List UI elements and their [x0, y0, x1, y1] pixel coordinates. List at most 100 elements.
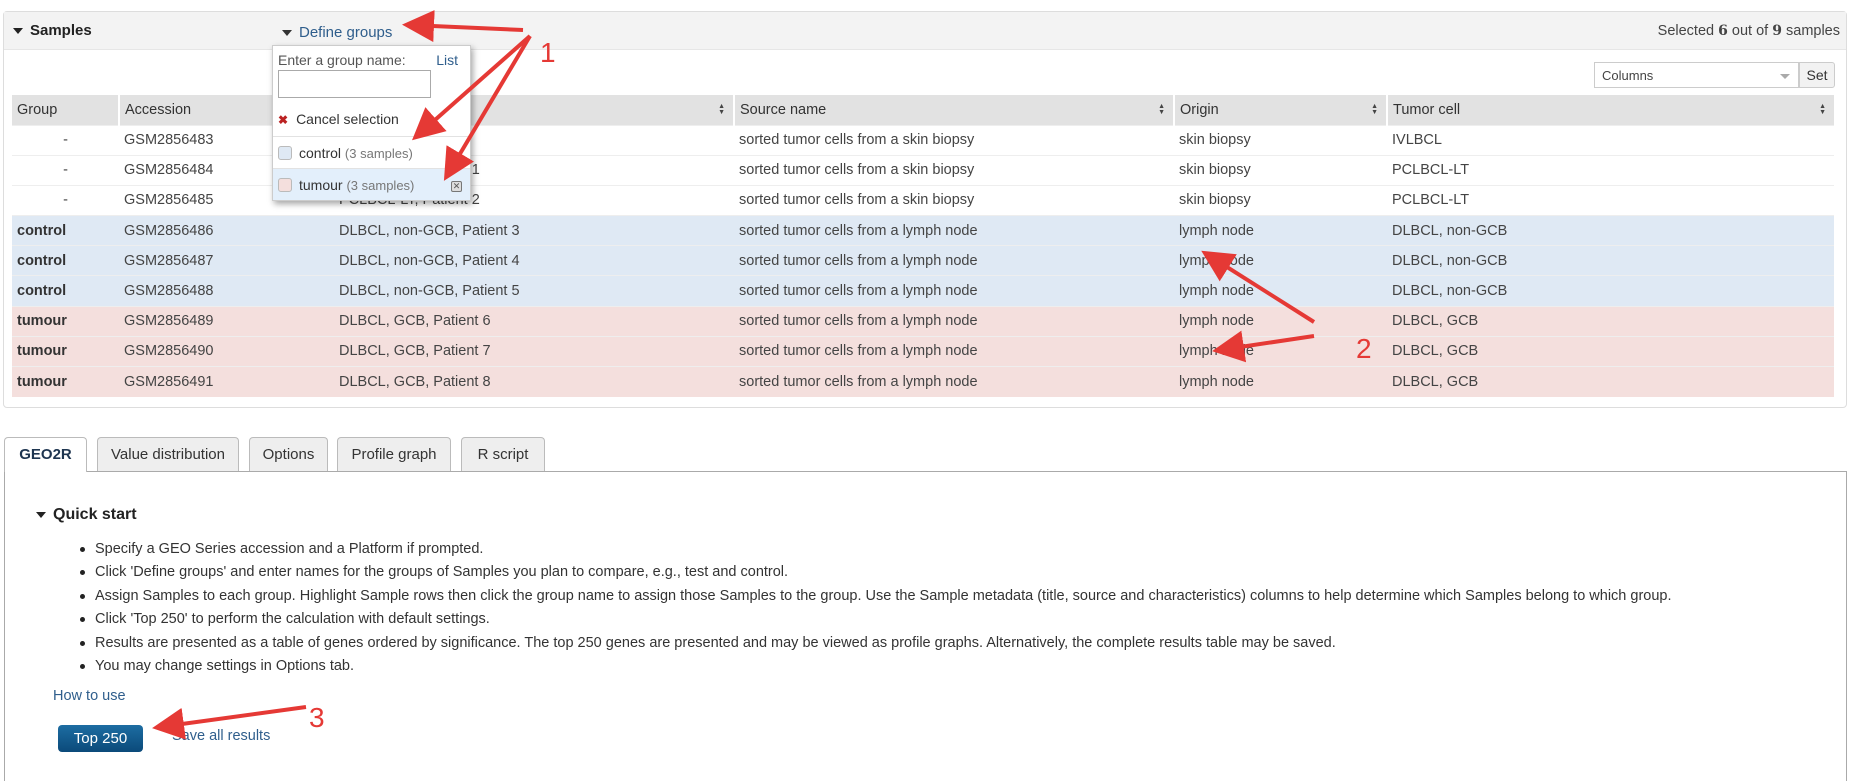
list-item: Click 'Define groups' and enter names fo… — [80, 561, 1672, 584]
cell-source: sorted tumor cells from a lymph node — [734, 335, 1174, 367]
define-groups-popup: Enter a group name: List ✖ Cancel selecti… — [272, 45, 471, 201]
cell-origin: lymph node — [1174, 245, 1387, 276]
save-all-results-link[interactable]: Save all results — [172, 728, 270, 744]
cell-accession: GSM2856491 — [119, 365, 334, 397]
cell-source: sorted tumor cells from a lymph node — [734, 245, 1174, 276]
sort-icon[interactable]: ▲ ▼ — [1371, 103, 1378, 116]
sort-icon[interactable]: ▲ ▼ — [1819, 103, 1826, 116]
cell-origin: lymph node — [1174, 215, 1387, 246]
cell-source: sorted tumor cells from a skin biopsy — [734, 124, 1174, 156]
column-header-source-name[interactable]: Source name ▲ ▼ — [733, 95, 1174, 125]
caret-down-icon — [282, 30, 292, 37]
tab-value-distribution[interactable]: Value distribution — [97, 437, 239, 471]
selected-count: Selected 6 out of 9 samples — [1657, 23, 1840, 39]
cell-accession: GSM2856489 — [119, 305, 334, 337]
group-name-label: Enter a group name: — [278, 52, 406, 68]
tab-profile-graph[interactable]: Profile graph — [337, 437, 451, 471]
dropdown-arrow-icon — [1780, 74, 1790, 79]
tab-options[interactable]: Options — [249, 437, 328, 471]
sort-icon[interactable]: ▲ ▼ — [1158, 103, 1165, 116]
cell-tumor: DLBCL, GCB — [1387, 365, 1834, 397]
cell-title: DLBCL, GCB, Patient 7 — [334, 335, 734, 367]
cell-group: - — [12, 184, 119, 216]
samples-title: Samples — [30, 22, 92, 39]
cell-source: sorted tumor cells from a lymph node — [734, 275, 1174, 307]
list-link[interactable]: List — [436, 52, 458, 68]
cell-title: DLBCL, non-GCB, Patient 5 — [334, 275, 734, 307]
cell-group: control — [12, 275, 119, 307]
cell-tumor: DLBCL, non-GCB — [1387, 275, 1834, 307]
cell-group: tumour — [12, 365, 119, 397]
group-color-swatch — [278, 146, 292, 160]
table-row[interactable]: tumour GSM2856489 DLBCL, GCB, Patient 6 sor… — [12, 305, 1834, 337]
cell-source: sorted tumor cells from a lymph node — [734, 215, 1174, 246]
cell-group: tumour — [12, 305, 119, 337]
cell-title: DLBCL, non-GCB, Patient 4 — [334, 245, 734, 276]
table-row[interactable]: control GSM2856486 DLBCL, non-GCB, Patient… — [12, 215, 1834, 246]
cell-origin: skin biopsy — [1174, 124, 1387, 156]
cell-tumor: DLBCL, non-GCB — [1387, 215, 1834, 246]
columns-select[interactable]: Columns — [1594, 62, 1799, 88]
how-to-use-link[interactable]: How to use — [53, 688, 126, 704]
cell-source: sorted tumor cells from a lymph node — [734, 365, 1174, 397]
list-item: Results are presented as a table of gene… — [80, 632, 1672, 655]
quick-start-toggle[interactable]: Quick start — [36, 506, 137, 524]
cell-source: sorted tumor cells from a lymph node — [734, 305, 1174, 337]
table-row[interactable]: control GSM2856487 DLBCL, non-GCB, Patient… — [12, 245, 1834, 276]
table-row[interactable]: control GSM2856488 DLBCL, non-GCB, Patient… — [12, 275, 1834, 307]
caret-down-icon — [13, 28, 23, 35]
cell-origin: lymph node — [1174, 335, 1387, 367]
cell-title: DLBCL, GCB, Patient 6 — [334, 305, 734, 337]
cell-tumor: IVLBCL — [1387, 124, 1834, 156]
quick-start-list: Specify a GEO Series accession and a Pla… — [80, 538, 1672, 678]
cell-origin: skin biopsy — [1174, 154, 1387, 186]
cell-source: sorted tumor cells from a skin biopsy — [734, 154, 1174, 186]
close-icon: ✖ — [278, 113, 289, 127]
cell-group: - — [12, 124, 119, 156]
column-header-group[interactable]: Group — [12, 95, 119, 125]
delete-group-icon[interactable]: ✕ — [451, 181, 462, 192]
list-item: You may change settings in Options tab. — [80, 655, 1672, 678]
cell-tumor: DLBCL, non-GCB — [1387, 245, 1834, 276]
cancel-selection[interactable]: ✖ Cancel selection — [278, 111, 399, 127]
cell-group: tumour — [12, 335, 119, 367]
define-groups-link[interactable]: Define groups — [282, 24, 392, 41]
cell-accession: GSM2856486 — [119, 215, 334, 246]
list-item: Specify a GEO Series accession and a Pla… — [80, 538, 1672, 561]
column-header-tumor-cell[interactable]: Tumor cell ▲ ▼ — [1386, 95, 1834, 125]
column-header-origin[interactable]: Origin ▲ ▼ — [1173, 95, 1387, 125]
tab-geo2r[interactable]: GEO2R — [4, 437, 87, 472]
group-name-input[interactable] — [278, 70, 431, 98]
cell-accession: GSM2856487 — [119, 245, 334, 276]
caret-down-icon — [36, 511, 46, 518]
table-row[interactable]: tumour GSM2856490 DLBCL, GCB, Patient 7 sor… — [12, 335, 1834, 367]
cell-source: sorted tumor cells from a skin biopsy — [734, 184, 1174, 216]
cell-title: DLBCL, non-GCB, Patient 3 — [334, 215, 734, 246]
cell-origin: lymph node — [1174, 365, 1387, 397]
set-button[interactable]: Set — [1799, 62, 1835, 88]
define-groups-label: Define groups — [299, 24, 393, 41]
cell-origin: skin biopsy — [1174, 184, 1387, 216]
sort-icon[interactable]: ▲ ▼ — [718, 103, 725, 116]
list-item: Click 'Top 250' to perform the calculati… — [80, 608, 1672, 631]
samples-toggle[interactable]: Samples — [13, 22, 92, 39]
cell-tumor: PCLBCL-LT — [1387, 184, 1834, 216]
group-color-swatch — [278, 178, 292, 192]
cell-group: control — [12, 215, 119, 246]
cell-group: - — [12, 154, 119, 186]
cell-origin: lymph node — [1174, 305, 1387, 337]
cell-group: control — [12, 245, 119, 276]
list-item: Assign Samples to each group. Highlight … — [80, 585, 1672, 608]
cell-title: DLBCL, GCB, Patient 8 — [334, 365, 734, 397]
cell-tumor: DLBCL, GCB — [1387, 335, 1834, 367]
cell-accession: GSM2856490 — [119, 335, 334, 367]
cell-tumor: PCLBCL-LT — [1387, 154, 1834, 186]
cell-tumor: DLBCL, GCB — [1387, 305, 1834, 337]
cell-accession: GSM2856488 — [119, 275, 334, 307]
top-250-button[interactable]: Top 250 — [58, 725, 143, 752]
table-row[interactable]: tumour GSM2856491 DLBCL, GCB, Patient 8 sor… — [12, 365, 1834, 397]
cell-origin: lymph node — [1174, 275, 1387, 307]
tab-r-script[interactable]: R script — [461, 437, 545, 471]
group-item-tumour[interactable]: tumour (3 samples) ✕ — [273, 168, 470, 200]
group-item-control[interactable]: control (3 samples) — [273, 136, 470, 168]
